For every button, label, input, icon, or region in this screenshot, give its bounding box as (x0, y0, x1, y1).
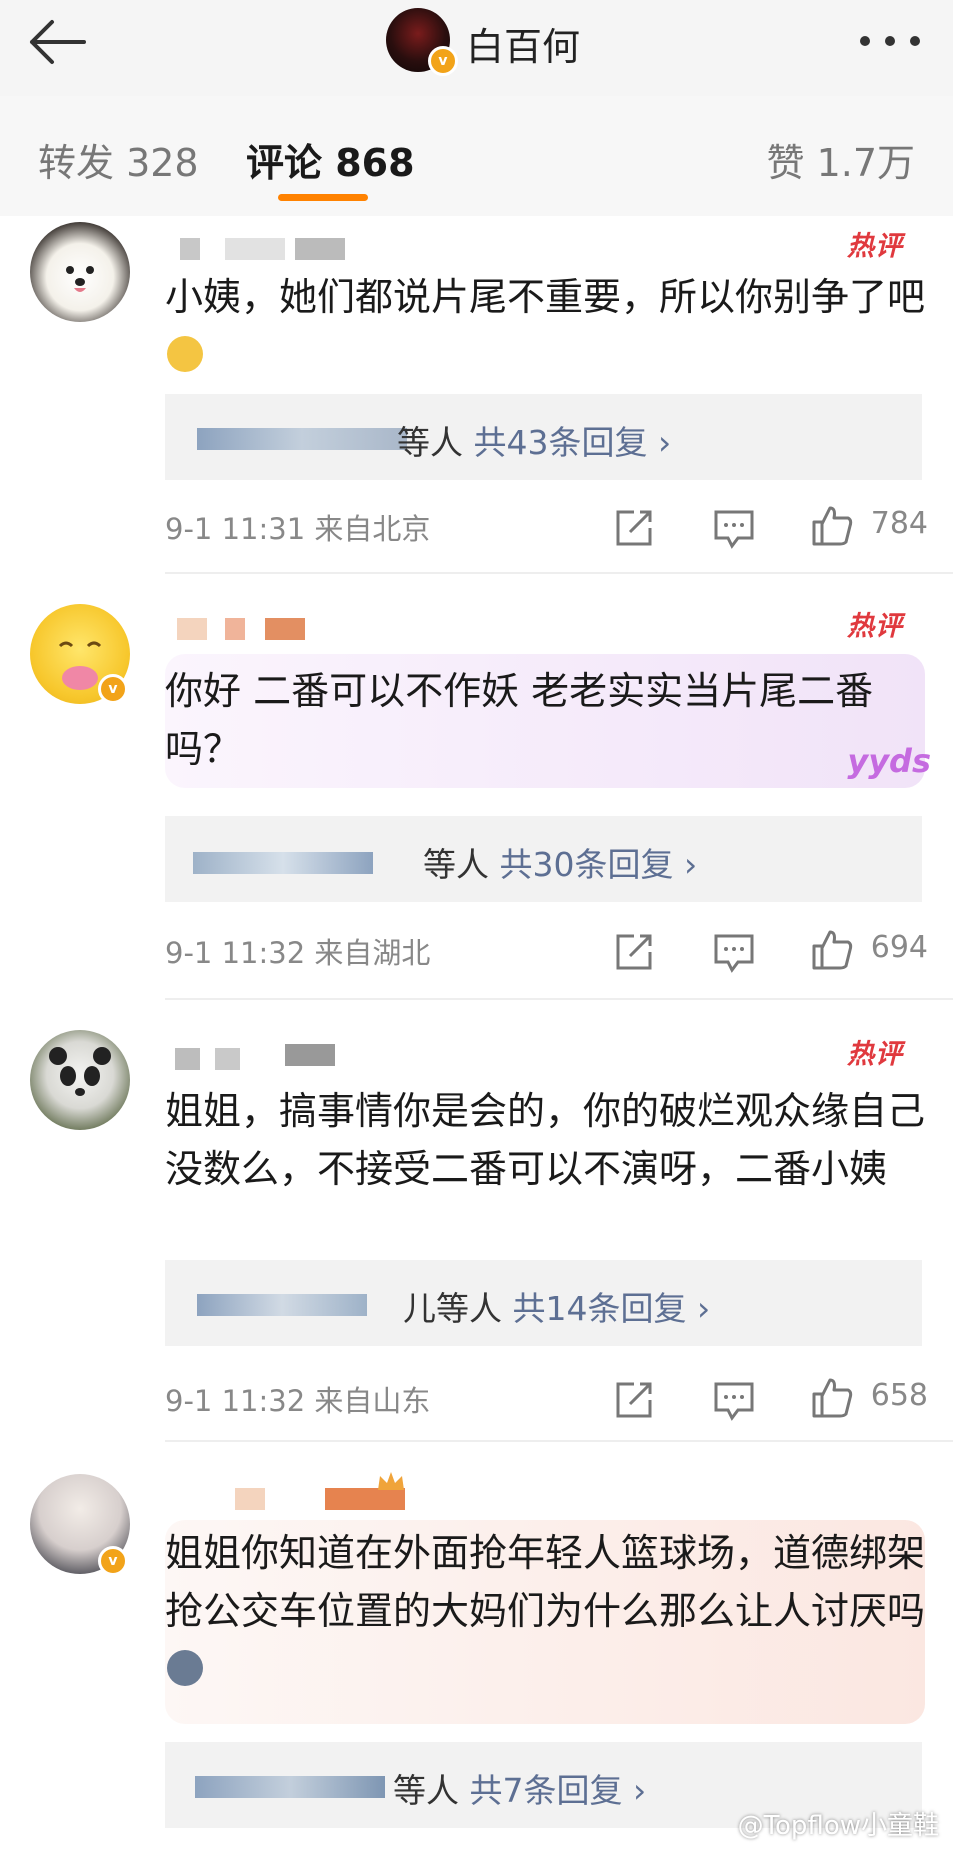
comment-time: 9-1 11:32 (165, 1384, 306, 1418)
verified-badge-icon: v (98, 1546, 128, 1576)
comment-text: 小姨，她们都说片尾不重要，所以你别争了吧 (165, 268, 925, 384)
comment-item: v 姐姐你知道在外面抢年轻人篮球场，道德绑架抢公交车位置的大妈们为什么那么让人讨… (0, 1458, 953, 1854)
verified-badge-icon: v (428, 46, 458, 76)
reply-count-link[interactable]: 共7条回复 › (470, 1771, 647, 1810)
repost-icon[interactable] (612, 506, 656, 550)
like-count: 658 (870, 1378, 928, 1413)
reply-preview[interactable]: 等人 共30条回复 › (165, 816, 922, 902)
reply-count-link[interactable]: 共14条回复 › (513, 1289, 711, 1328)
yyds-sticker: yyds (847, 742, 931, 780)
tab-forward[interactable]: 转发 328 (38, 132, 199, 187)
panda-icon (49, 1047, 111, 1096)
comment-text: 姐姐，搞事情你是会的，你的破烂观众缘自己没数么，不接受二番可以不演呀，二番小姨 (165, 1089, 926, 1191)
comment-item: v 热评 你好 二番可以不作妖 老老实实当片尾二番吗？ yyds 等人 共30条… (0, 590, 953, 1010)
reply-count-link[interactable]: 共43条回复 › (474, 423, 672, 462)
commenter-name-blurred[interactable] (165, 230, 385, 264)
divider (165, 1440, 953, 1442)
comment-location: 来自山东 (314, 1384, 431, 1418)
hot-comment-badge: 热评 (847, 231, 903, 262)
like-thumb-icon[interactable] (810, 1376, 854, 1420)
hot-comment-badge: 热评 (847, 1039, 903, 1070)
comment-meta: 9-1 11:32 来自湖北 (165, 930, 430, 972)
commenter-avatar[interactable] (30, 1030, 130, 1130)
reply-icon[interactable] (712, 930, 756, 974)
comment-meta: 9-1 11:31 来自北京 (165, 506, 430, 548)
reply-users-suffix: 等人 (393, 1771, 459, 1810)
comment-time: 9-1 11:31 (165, 512, 306, 546)
tab-likes[interactable]: 赞 1.7万 (766, 132, 915, 187)
reply-icon[interactable] (712, 506, 756, 550)
comment-location: 来自湖北 (314, 936, 431, 970)
back-arrow-icon[interactable] (22, 14, 94, 70)
commenter-name-blurred[interactable] (165, 1038, 385, 1072)
commenter-avatar[interactable] (30, 222, 130, 322)
comment-text: 姐姐你知道在外面抢年轻人篮球场，道德绑架抢公交车位置的大妈们为什么那么让人讨厌吗 (165, 1524, 925, 1698)
comment-item: 热评 姐姐，搞事情你是会的，你的破烂观众缘自己没数么，不接受二番可以不演呀，二番… (0, 1022, 953, 1442)
reply-preview[interactable]: 儿等人 共14条回复 › (165, 1260, 922, 1346)
divider (165, 998, 953, 1000)
reply-preview[interactable]: 等人 共43条回复 › (165, 394, 922, 480)
divider (165, 572, 953, 574)
reply-icon[interactable] (712, 1378, 756, 1422)
like-thumb-icon[interactable] (810, 504, 854, 548)
comment-time: 9-1 11:32 (165, 936, 306, 970)
sad-face-emoji-icon (167, 336, 203, 372)
tab-bar: 转发 328 评论 868 赞 1.7万 (0, 96, 953, 216)
active-tab-indicator (278, 194, 368, 201)
repost-icon[interactable] (612, 930, 656, 974)
comment-item: 热评 小姨，她们都说片尾不重要，所以你别争了吧 等人 共43条回复 › 9-1 … (0, 216, 953, 576)
repost-icon[interactable] (612, 1378, 656, 1422)
husky-emoji-icon (167, 1650, 203, 1686)
hot-comment-badge: 热评 (847, 611, 903, 642)
account-name[interactable]: 白百何 (466, 16, 580, 71)
comment-meta: 9-1 11:32 来自山东 (165, 1378, 430, 1420)
comment-text: 你好 二番可以不作妖 老老实实当片尾二番吗？ (165, 669, 874, 771)
reply-users-suffix: 等人 (423, 845, 489, 884)
like-count: 694 (870, 930, 928, 965)
crown-icon (376, 1470, 406, 1494)
more-options-icon[interactable] (855, 26, 925, 56)
dog-face-icon (66, 266, 94, 292)
verified-badge-icon: v (98, 674, 128, 704)
watermark: @Topflow小童鞋 (737, 1811, 939, 1841)
reply-users-suffix: 等人 (397, 423, 463, 462)
reply-count-link[interactable]: 共30条回复 › (500, 845, 698, 884)
top-bar: v 白百何 (0, 0, 953, 96)
comment-location: 来自北京 (314, 512, 431, 546)
commenter-name-blurred[interactable] (165, 608, 385, 642)
reply-users-suffix: 儿等人 (403, 1289, 502, 1328)
like-count: 784 (870, 506, 928, 541)
tab-comments[interactable]: 评论 868 (246, 132, 415, 187)
like-thumb-icon[interactable] (810, 928, 854, 972)
commenter-name-blurred[interactable] (165, 1478, 405, 1512)
